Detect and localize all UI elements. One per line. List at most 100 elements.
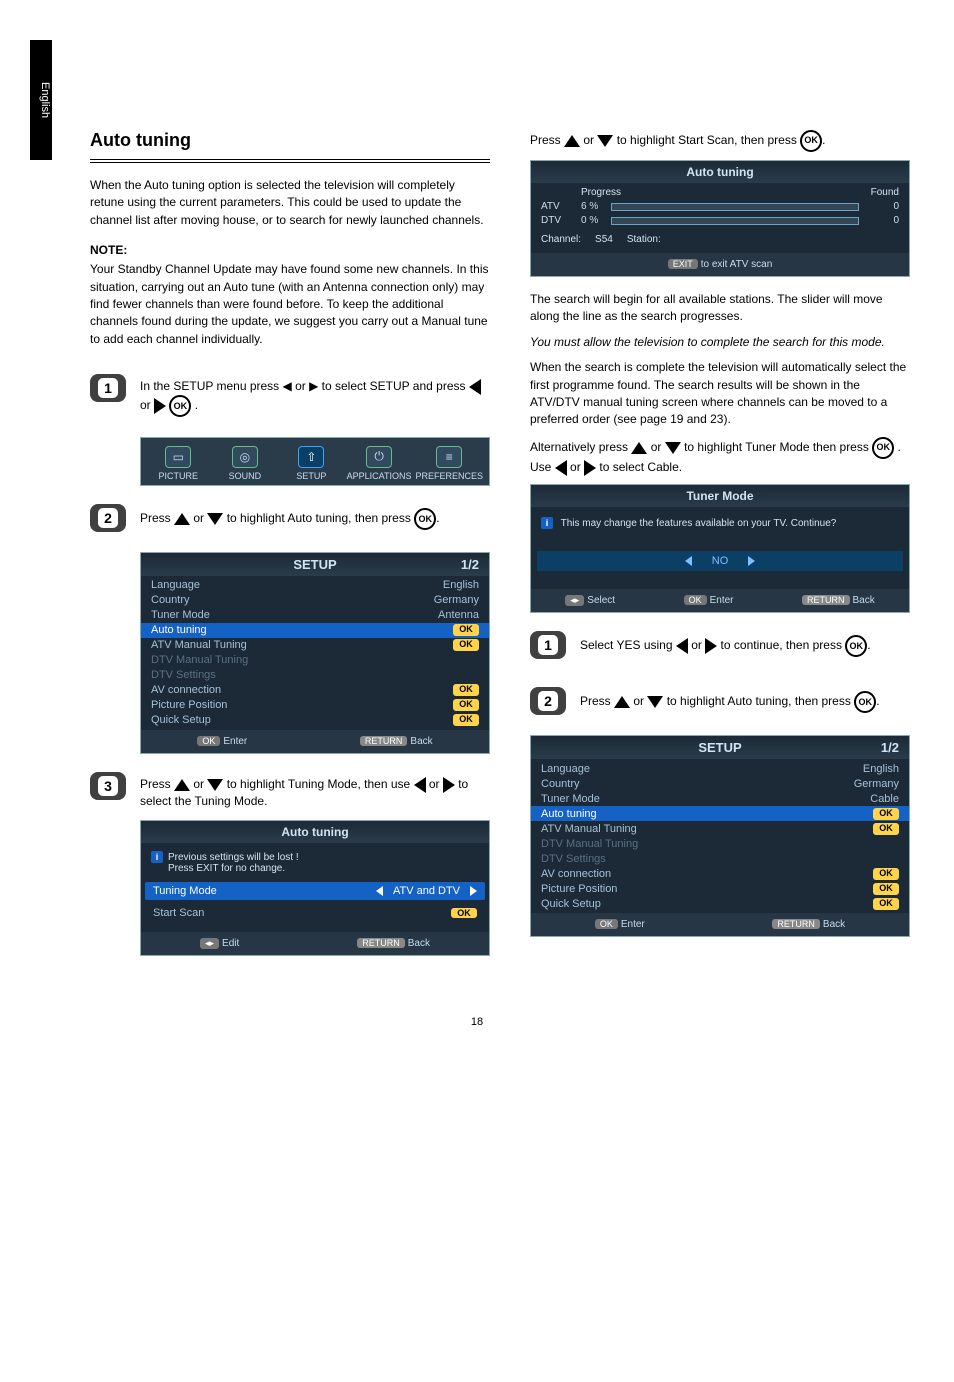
at-warning-text: iPrevious settings will be lost ! Press … [141, 843, 489, 880]
r-para2: The search will begin for all available … [530, 291, 910, 326]
arrow-up-icon [631, 442, 647, 454]
progress-screenshot: Auto tuning ProgressFound ATV 6 % 0 DTV … [530, 160, 910, 277]
row2-av-conn: AV connectionOK [531, 866, 909, 881]
tuner-mode-screenshot: Tuner Mode i This may change the feature… [530, 484, 910, 613]
setup-menu-screenshot: SETUP 1/2 LanguageEnglish CountryGermany… [140, 552, 490, 754]
arrow-up-icon [564, 135, 580, 147]
row-dtv-settings: DTV Settings [141, 668, 489, 683]
at-tuning-mode-row: Tuning Mode ATV and DTV [145, 882, 485, 900]
row2-language: LanguageEnglish [531, 761, 909, 776]
progress-footer: EXITto exit ATV scan [531, 253, 909, 276]
row2-dtv-settings: DTV Settings [531, 851, 909, 866]
row-country: CountryGermany [141, 593, 489, 608]
right-column: Press or to highlight Start Scan, then p… [530, 40, 910, 956]
divider-2 [90, 162, 490, 163]
r-para4: When the search is complete the televisi… [530, 359, 910, 429]
setup2-page-indicator: 1/2 [881, 740, 899, 755]
page-number: 18 [0, 1016, 954, 1028]
tab-sound: ◎SOUND [214, 446, 277, 481]
progress-row-atv-label: ATV [541, 201, 581, 212]
setup-tab-row: ▭PICTURE ◎SOUND ⇧SETUP ⏻APPLICATIONS ≡PR… [141, 438, 489, 485]
info-icon: i [151, 851, 163, 863]
r-para5: Alternatively press or to highlight Tune… [530, 437, 910, 476]
arrow-left-icon [469, 379, 481, 395]
arrow-left-icon [676, 638, 688, 654]
tab-picture: ▭PICTURE [147, 446, 210, 481]
setup-page-indicator: 1/2 [461, 557, 479, 572]
arrow-down-icon [207, 513, 223, 525]
row2-tuner-mode: Tuner ModeCable [531, 791, 909, 806]
step-3-text: Press or to highlight Tuning Mode, then … [140, 772, 490, 810]
at-title: Auto tuning [141, 821, 489, 843]
page-root: English Auto tuning When the Auto tuning… [0, 0, 954, 986]
section-heading: Auto tuning [90, 130, 490, 151]
note-paragraph: Your Standby Channel Update may have fou… [90, 261, 490, 348]
ok-button-icon: OK [854, 691, 876, 713]
ok-button-icon: OK [800, 130, 822, 152]
step-2-text: Press or to highlight Auto tuning, then … [140, 504, 490, 530]
divider [90, 159, 490, 160]
row2-dtv-manual: DTV Manual Tuning [531, 836, 909, 851]
language-tab: English [30, 40, 52, 160]
arrow-right-icon [748, 556, 755, 566]
tab-applications: ⏻APPLICATIONS [347, 446, 412, 481]
r-step1-text: Select YES using or to continue, then pr… [580, 631, 910, 657]
tuner-footer: ◂▸Select OKEnter RETURNBack [531, 589, 909, 612]
row-quick-setup: Quick SetupOK [141, 713, 489, 728]
r-step2-text: Press or to highlight Auto tuning, then … [580, 687, 910, 713]
arrow-right-icon [705, 638, 717, 654]
ok-button-icon: OK [414, 508, 436, 530]
arrow-down-icon [647, 696, 663, 708]
arrow-down-icon [597, 135, 613, 147]
row-av-conn: AV connectionOK [141, 683, 489, 698]
arrow-right-icon [443, 777, 455, 793]
arrow-left-icon [555, 460, 567, 476]
arrow-left-icon [376, 886, 383, 896]
r-step-1: 1 Select YES using or to continue, then … [530, 631, 910, 659]
arrow-down-icon [665, 442, 681, 454]
row-language: LanguageEnglish [141, 578, 489, 593]
row-atv-manual: ATV Manual TuningOK [141, 638, 489, 653]
tuner-no-row: NO [537, 551, 903, 571]
side-tab-column: English [30, 40, 50, 956]
row-picture-pos: Picture PositionOK [141, 698, 489, 713]
setup-menu-body: LanguageEnglish CountryGermany Tuner Mod… [141, 576, 489, 730]
arrow-down-icon [207, 779, 223, 791]
step-badge-r2: 2 [530, 687, 566, 715]
row2-country: CountryGermany [531, 776, 909, 791]
step-1: 1 In the SETUP menu press ◀ or ▶ to sele… [90, 374, 490, 417]
tab-preferences: ≡PREFERENCES [416, 446, 484, 481]
step-3: 3 Press or to highlight Tuning Mode, the… [90, 772, 490, 810]
ok-button-icon: OK [845, 635, 867, 657]
r-para3: You must allow the television to complet… [530, 334, 910, 351]
setup2-footer: OKEnter RETURNBack [531, 913, 909, 936]
ok-button-icon: OK [872, 437, 894, 459]
progress-title: Auto tuning [531, 161, 909, 183]
step-badge-2: 2 [90, 504, 126, 532]
row2-quick-setup: Quick SetupOK [531, 896, 909, 911]
arrow-left-icon [414, 777, 426, 793]
arrow-right-icon [470, 886, 477, 896]
setup-title: SETUP [293, 557, 336, 572]
at-footer: ◂▸Edit RETURNBack [141, 932, 489, 955]
tuner-mode-title: Tuner Mode [531, 485, 909, 507]
intro-paragraph: When the Auto tuning option is selected … [90, 177, 490, 229]
step-2: 2 Press or to highlight Auto tuning, the… [90, 504, 490, 532]
arrow-right-icon [584, 460, 596, 476]
step-badge-3: 3 [90, 772, 126, 800]
step-badge-r1: 1 [530, 631, 566, 659]
r-para1: Press or to highlight Start Scan, then p… [530, 130, 910, 152]
tab-setup: ⇧SETUP [280, 446, 343, 481]
setup-tabs-screenshot: ▭PICTURE ◎SOUND ⇧SETUP ⏻APPLICATIONS ≡PR… [140, 437, 490, 486]
row-auto-tuning: Auto tuningOK [141, 623, 489, 638]
arrow-up-icon [174, 513, 190, 525]
setup-footer: OKEnter RETURNBack [141, 730, 489, 753]
progress-bar-atv [611, 203, 859, 211]
ok-button-icon: OK [169, 395, 191, 417]
setup2-body: LanguageEnglish CountryGermany Tuner Mod… [531, 759, 909, 913]
setup-menu-cable-screenshot: SETUP 1/2 LanguageEnglish CountryGermany… [530, 735, 910, 937]
row-tuner-mode: Tuner ModeAntenna [141, 608, 489, 623]
tuner-warning: i This may change the features available… [531, 507, 909, 531]
row2-atv-manual: ATV Manual TuningOK [531, 821, 909, 836]
progress-row-dtv-label: DTV [541, 215, 581, 226]
